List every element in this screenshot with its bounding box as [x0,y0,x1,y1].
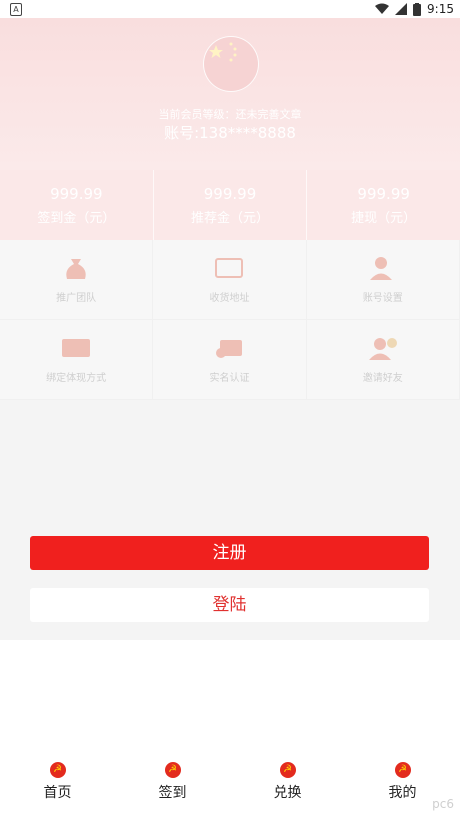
menu-item-address[interactable]: 收货地址 [153,240,307,320]
balance-stats: 999.99 签到金（元） 999.99 推荐金（元） 999.99 捷现（元） [0,170,460,240]
status-bar: A 9:15 [0,0,460,18]
login-button[interactable]: 登陆 [30,588,429,622]
emblem-icon: ☭ [164,762,181,778]
signal-icon [395,3,408,15]
invite-icon [368,338,397,360]
menu-item-account-settings[interactable]: 账号设置 [306,240,460,320]
menu-item-invite[interactable]: 邀请好友 [306,320,460,400]
menu-label: 账号设置 [362,293,403,304]
register-button[interactable]: 注册 [30,536,429,570]
card-icon [62,339,91,357]
menu-label: 邀请好友 [362,373,403,384]
stat-label: 签到金（元） [37,210,116,226]
status-time: 9:15 [427,2,454,16]
wifi-icon [375,3,390,14]
flag-icon [209,42,237,62]
menu-item-team[interactable]: 推广团队 [0,240,154,320]
avatar[interactable] [203,36,259,92]
notification-icon: A [10,3,22,16]
tab-label: 兑换 [273,785,302,801]
stat-value: 999.99 [203,184,257,203]
menu-grid: 推广团队 收货地址 账号设置 绑定体现方式 实名认证 邀请好友 [0,240,460,400]
menu-label: 收货地址 [209,293,250,304]
member-level-text: 当前会员等级：还未完善文章 [158,108,302,121]
tab-signin[interactable]: ☭ 签到 [115,758,230,817]
tab-label: 签到 [158,785,187,801]
tab-label: 我的 [388,785,417,801]
tab-home[interactable]: ☭ 首页 [0,758,115,817]
money-bag-icon [66,259,86,279]
stat-value: 999.99 [50,184,103,203]
tab-label: 首页 [43,785,72,801]
watermark: pc6 [432,797,454,811]
account-number: 账号:138****8888 [164,124,296,142]
stat-label: 推荐金（元） [191,210,270,226]
battery-icon [413,2,422,16]
menu-item-bind-payout[interactable]: 绑定体现方式 [0,320,154,400]
stat-referral[interactable]: 999.99 推荐金（元） [154,170,308,240]
stat-signin[interactable]: 999.99 签到金（元） [0,170,154,240]
menu-label: 绑定体现方式 [46,373,107,384]
stat-withdraw[interactable]: 999.99 捷现（元） [307,170,460,240]
stat-value: 999.99 [357,184,410,203]
status-icons: 9:15 [375,1,454,17]
menu-label: 推广团队 [56,293,97,304]
profile-header: 当前会员等级：还未完善文章 账号:138****8888 [0,18,460,170]
user-settings-icon [369,257,392,280]
emblem-icon: ☭ [49,762,66,778]
id-card-icon [216,340,243,358]
tab-exchange[interactable]: ☭ 兑换 [230,758,345,817]
stat-label: 捷现（元） [351,210,417,226]
menu-item-verification[interactable]: 实名认证 [153,320,307,400]
emblem-icon: ☭ [279,762,296,778]
bottom-tab-bar: ☭ 首页 ☭ 签到 ☭ 兑换 ☭ 我的 [0,758,460,817]
ticket-icon [215,258,244,278]
menu-label: 实名认证 [209,373,250,384]
emblem-icon: ☭ [394,762,411,778]
